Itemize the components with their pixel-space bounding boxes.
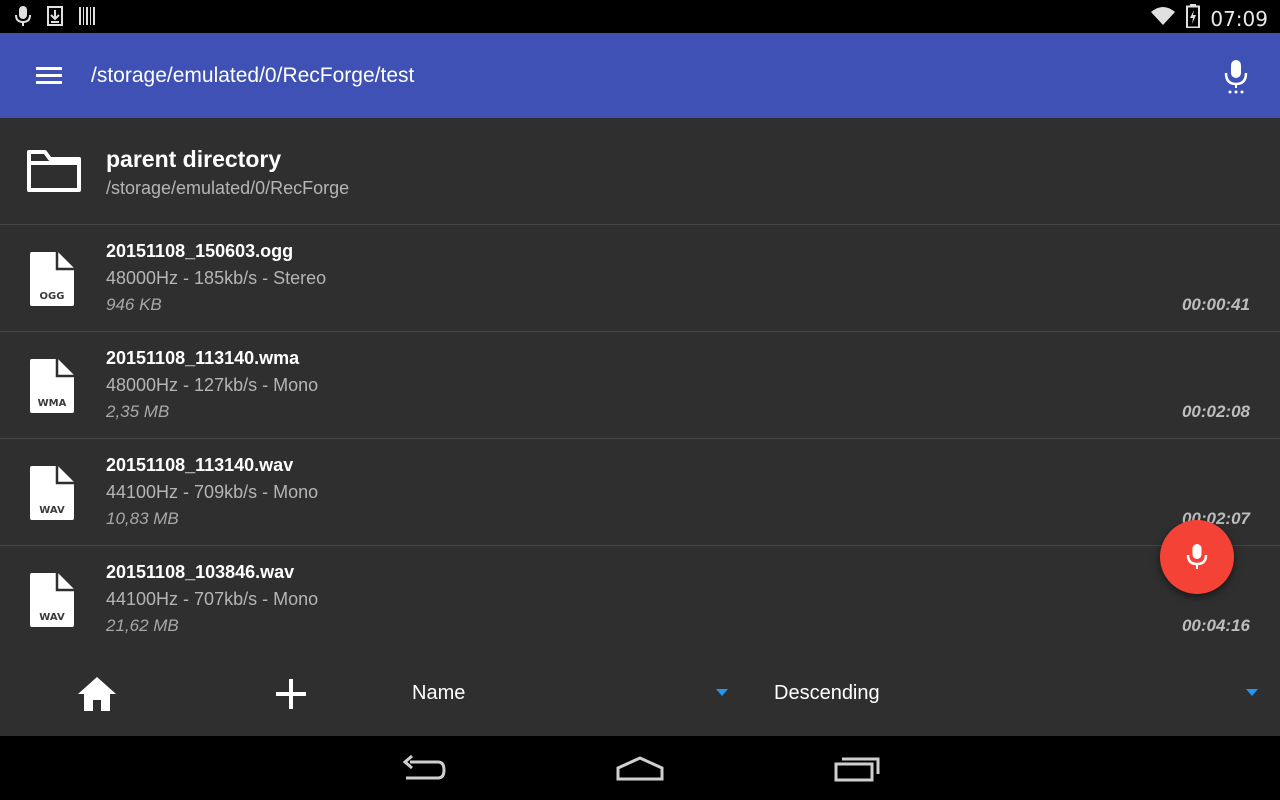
sort-order-value: Descending (774, 682, 880, 704)
file-audio-info: 48000Hz - 185kb/s - Stereo (106, 268, 327, 288)
file-row[interactable]: WAV 20151108_103846.wav 44100Hz - 707kb/… (0, 546, 1280, 652)
dropdown-caret-icon (1246, 689, 1258, 696)
battery-charging-icon (1186, 4, 1201, 33)
wifi-icon (1150, 5, 1176, 32)
sort-by-dropdown[interactable]: Name (412, 651, 732, 736)
recents-button[interactable] (832, 752, 882, 791)
audio-file-icon: OGG (26, 251, 76, 312)
back-icon (402, 754, 446, 780)
bottom-toolbar: Name Descending (0, 651, 1280, 736)
status-bar: 07:09 (0, 0, 1280, 33)
plus-icon (276, 679, 306, 709)
audio-file-icon: WMA (26, 358, 76, 419)
download-icon (46, 5, 64, 32)
sort-order-dropdown[interactable]: Descending (774, 651, 1264, 736)
dropdown-caret-icon (716, 689, 728, 696)
menu-icon (36, 67, 62, 84)
app-bar: /storage/emulated/0/RecForge/test (0, 33, 1280, 118)
audio-file-icon: WAV (26, 465, 76, 526)
file-name: 20151108_150603.ogg (106, 241, 294, 261)
home-button[interactable] (76, 675, 118, 713)
file-duration: 00:00:41 (1181, 295, 1250, 314)
file-row[interactable]: OGG 20151108_150603.ogg 48000Hz - 185kb/… (0, 225, 1280, 332)
file-name: 20151108_103846.wav (106, 562, 295, 582)
file-audio-info: 48000Hz - 127kb/s - Mono (106, 375, 319, 395)
file-name: 20151108_113140.wav (106, 455, 294, 475)
home-nav-button[interactable] (614, 752, 666, 791)
barcode-icon (78, 5, 96, 32)
file-size: 946 KB (106, 295, 162, 314)
file-duration: 00:02:08 (1181, 402, 1250, 421)
file-duration: 00:04:16 (1181, 616, 1250, 635)
record-fab[interactable] (1160, 520, 1234, 594)
system-navigation-bar (0, 736, 1280, 800)
file-row[interactable]: WAV 20151108_113140.wav 44100Hz - 709kb/… (0, 439, 1280, 546)
current-path-title: /storage/emulated/0/RecForge/test (91, 64, 415, 87)
file-ext-label: WAV (39, 505, 65, 516)
menu-button[interactable] (34, 61, 64, 91)
recents-icon (834, 757, 880, 782)
home-icon (78, 677, 116, 711)
file-ext-label: WAV (39, 612, 65, 623)
file-name: 20151108_113140.wma (106, 348, 300, 368)
file-size: 10,83 MB (106, 509, 179, 528)
parent-directory-path: /storage/emulated/0/RecForge (106, 178, 350, 198)
mic-icon (1186, 544, 1208, 569)
sort-by-value: Name (412, 682, 466, 704)
file-row[interactable]: WMA 20151108_113140.wma 48000Hz - 127kb/… (0, 332, 1280, 439)
file-audio-info: 44100Hz - 707kb/s - Mono (106, 589, 319, 609)
mic-icon (1224, 60, 1248, 94)
folder-icon (26, 148, 82, 199)
new-folder-button[interactable] (274, 677, 308, 711)
file-size: 21,62 MB (106, 616, 179, 635)
audio-file-icon: WAV (26, 572, 76, 633)
status-clock: 07:09 (1210, 6, 1268, 31)
voice-record-button[interactable] (1220, 57, 1252, 97)
parent-directory-row[interactable]: parent directory /storage/emulated/0/Rec… (0, 118, 1280, 225)
file-size: 2,35 MB (106, 402, 170, 421)
parent-directory-label: parent directory (106, 146, 282, 172)
back-button[interactable] (400, 752, 448, 791)
mic-icon (14, 5, 32, 32)
file-ext-label: WMA (38, 398, 67, 409)
file-audio-info: 44100Hz - 709kb/s - Mono (106, 482, 319, 502)
file-list: parent directory /storage/emulated/0/Rec… (0, 118, 1280, 652)
home-nav-icon (616, 756, 664, 781)
file-ext-label: OGG (40, 291, 65, 302)
